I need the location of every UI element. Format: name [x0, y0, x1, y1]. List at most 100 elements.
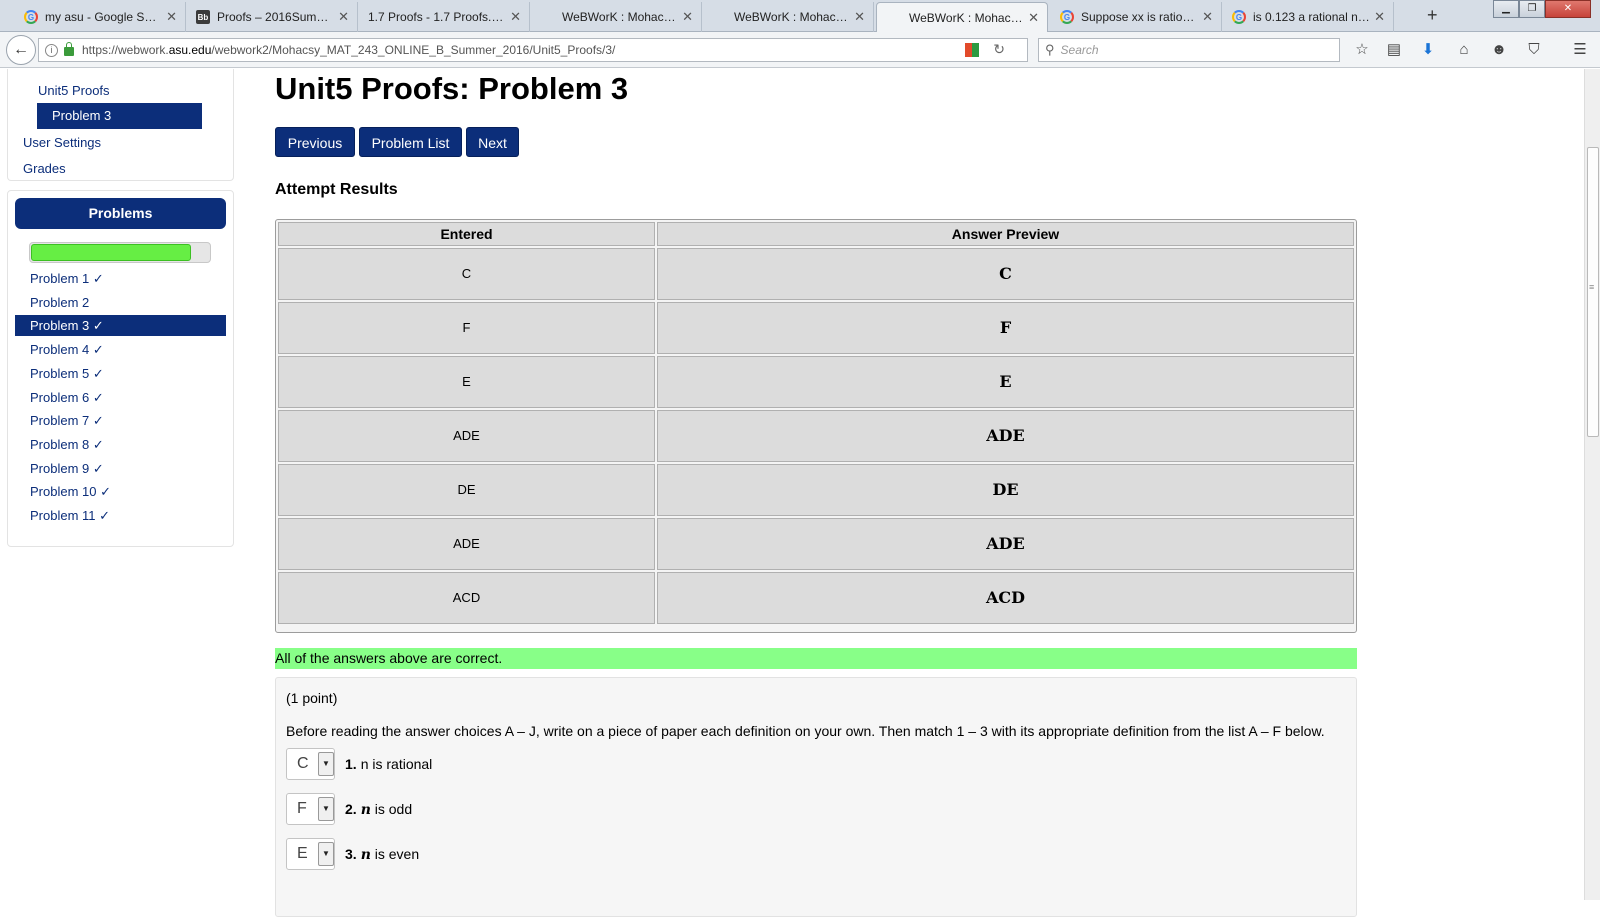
- browser-tab[interactable]: G is 0.123 a rational nu... ✕: [1222, 2, 1394, 32]
- question-text: is rational: [368, 756, 433, 772]
- progress-bar: [29, 242, 211, 263]
- correct-status-banner: All of the answers above are correct.: [275, 648, 1357, 669]
- address-bar[interactable]: i https://webwork. asu.edu/webwork2/Mohac…: [38, 38, 1028, 62]
- dropdown-arrow-icon[interactable]: ▼: [318, 752, 334, 776]
- chat-icon[interactable]: ☻: [1489, 40, 1509, 60]
- browser-tab[interactable]: G Suppose xx is ration... ✕: [1050, 2, 1222, 32]
- sidebar-item-user-settings[interactable]: User Settings: [23, 135, 101, 150]
- vertical-scrollbar[interactable]: [1584, 69, 1600, 900]
- problem-body: (1 point) Before reading the answer choi…: [275, 677, 1357, 917]
- dropdown-arrow-icon[interactable]: ▼: [318, 797, 334, 821]
- browser-tab-active[interactable]: WeBWorK : Mohacs... ✕: [876, 2, 1048, 32]
- search-placeholder: Search: [1060, 43, 1099, 57]
- browser-tab[interactable]: 1.7 Proofs - 1.7 Proofs.pdf ✕: [358, 2, 530, 32]
- search-input[interactable]: ⚲ Search: [1038, 38, 1340, 62]
- answer-preview-cell: ADE: [657, 410, 1354, 462]
- problem-list-item[interactable]: Problem 1 ✓: [15, 268, 226, 289]
- tab-title: WeBWorK : Mohacs...: [909, 10, 1025, 25]
- entered-cell: DE: [278, 464, 655, 516]
- problem-list-item[interactable]: Problem 4 ✓: [15, 339, 226, 360]
- close-icon[interactable]: ✕: [1374, 10, 1385, 23]
- reload-icon[interactable]: ↻: [993, 41, 1005, 58]
- new-tab-button[interactable]: +: [1427, 5, 1438, 26]
- minimize-icon[interactable]: ▁: [1493, 0, 1519, 18]
- home-icon[interactable]: ⌂: [1454, 40, 1474, 60]
- sidebar-item-grades[interactable]: Grades: [23, 161, 66, 176]
- menu-icon[interactable]: ☰: [1570, 40, 1590, 60]
- browser-tab[interactable]: WeBWorK : Mohacs... ✕: [702, 2, 874, 32]
- math-variable: n: [360, 846, 371, 863]
- match-question-row: F ▼ 2. n is odd: [286, 793, 412, 825]
- sidebar-item-current-problem[interactable]: Problem 3: [37, 103, 202, 129]
- close-icon[interactable]: ✕: [1202, 10, 1213, 23]
- column-header-answer-preview: Answer Preview: [657, 222, 1354, 246]
- entered-cell: F: [278, 302, 655, 354]
- problem-list-item[interactable]: Problem 7 ✓: [15, 410, 226, 431]
- dropdown-arrow-icon[interactable]: ▼: [318, 842, 334, 866]
- browser-tab[interactable]: Bb Proofs – 2016Summ... ✕: [186, 2, 358, 32]
- tab-title: 1.7 Proofs - 1.7 Proofs.pdf: [368, 10, 507, 24]
- next-button[interactable]: Next: [466, 127, 519, 157]
- entered-cell: ADE: [278, 410, 655, 462]
- problem-list-item[interactable]: Problem 8 ✓: [15, 434, 226, 455]
- answer-preview-cell: C: [657, 248, 1354, 300]
- problem-list-item[interactable]: Problem 5 ✓: [15, 363, 226, 384]
- problem-list-button[interactable]: Problem List: [359, 127, 462, 157]
- site-badge-icon[interactable]: [965, 43, 979, 57]
- reading-list-icon[interactable]: ▤: [1384, 40, 1404, 60]
- sidebar-item-unit5-proofs[interactable]: Unit5 Proofs: [38, 83, 110, 98]
- info-icon[interactable]: i: [45, 43, 58, 57]
- progress-bar-fill: [31, 244, 191, 261]
- problem-list-item[interactable]: Problem 10 ✓: [15, 481, 226, 502]
- tab-title: Proofs – 2016Summ...: [217, 10, 335, 24]
- question-text: is odd: [370, 800, 413, 817]
- entered-cell: C: [278, 248, 655, 300]
- tab-title: WeBWorK : Mohacs...: [734, 10, 851, 24]
- problem-list-item[interactable]: Problem 2: [15, 292, 226, 313]
- restore-icon[interactable]: ❐: [1519, 0, 1545, 18]
- scrollbar-thumb[interactable]: [1587, 147, 1599, 437]
- problem-list-item[interactable]: Problem 6 ✓: [15, 387, 226, 408]
- tab-title: is 0.123 a rational nu...: [1253, 10, 1371, 24]
- answer-select[interactable]: F ▼: [286, 793, 335, 825]
- close-icon[interactable]: ✕: [338, 10, 349, 23]
- download-icon[interactable]: ⬇: [1418, 40, 1438, 60]
- bookmark-star-icon[interactable]: ☆: [1352, 40, 1372, 60]
- pocket-icon[interactable]: ⛉: [1524, 40, 1544, 60]
- browser-tab[interactable]: G my asu - Google Sea... ✕: [14, 2, 186, 32]
- instruction-text: Before reading the answer choices A – J,…: [286, 723, 1325, 739]
- url-domain: asu.edu: [168, 43, 212, 57]
- problem-list-item[interactable]: Problem 9 ✓: [15, 458, 226, 479]
- google-favicon-icon: G: [1232, 10, 1246, 24]
- entered-cell: ADE: [278, 518, 655, 570]
- match-question-label: 2. n is odd: [345, 801, 412, 818]
- close-icon[interactable]: ✕: [1028, 11, 1039, 24]
- close-icon[interactable]: ✕: [166, 10, 177, 23]
- answer-preview-cell: DE: [657, 464, 1354, 516]
- browser-tab[interactable]: WeBWorK : Mohacs... ✕: [530, 2, 702, 32]
- close-icon[interactable]: ✕: [510, 10, 521, 23]
- google-favicon-icon: G: [24, 10, 38, 24]
- answer-select[interactable]: E ▼: [286, 838, 335, 870]
- blackboard-favicon-icon: Bb: [196, 10, 210, 24]
- answer-preview-cell: ADE: [657, 518, 1354, 570]
- lock-icon: [64, 42, 74, 56]
- url-prefix: https://webwork.: [82, 43, 169, 57]
- answer-preview-cell: E: [657, 356, 1354, 408]
- back-arrow-icon[interactable]: ←: [6, 35, 36, 65]
- match-question-label: 3. n is even: [345, 846, 419, 863]
- window-close-icon[interactable]: ✕: [1545, 0, 1591, 18]
- previous-button[interactable]: Previous: [275, 127, 355, 157]
- tab-title: WeBWorK : Mohacs...: [562, 10, 679, 24]
- close-icon[interactable]: ✕: [682, 10, 693, 23]
- page-title: Unit5 Proofs: Problem 3: [275, 71, 629, 106]
- attempt-results-table: Entered Answer Preview C C F F E E ADE ADE DE DE A…: [275, 219, 1357, 633]
- match-question-row: E ▼ 3. n is even: [286, 838, 419, 870]
- problem-list-item[interactable]: Problem 11 ✓: [15, 505, 226, 526]
- problem-list-item-current[interactable]: Problem 3 ✓: [15, 315, 226, 337]
- browser-nav-bar: ← i https://webwork. asu.edu/webwork2/Moh…: [0, 32, 1600, 68]
- entered-cell: ACD: [278, 572, 655, 624]
- answer-select[interactable]: C ▼: [286, 748, 335, 780]
- question-text: is even: [370, 845, 420, 862]
- close-icon[interactable]: ✕: [854, 10, 865, 23]
